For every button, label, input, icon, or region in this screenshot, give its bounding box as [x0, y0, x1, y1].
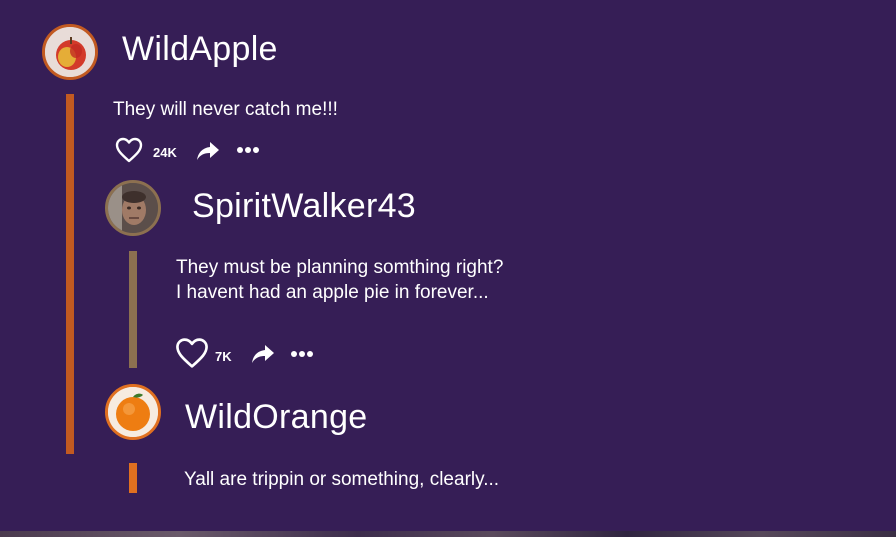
apple-icon — [45, 27, 95, 77]
username-wildapple[interactable]: WildApple — [122, 30, 278, 69]
man-face-icon — [108, 183, 158, 233]
like-count: 7K — [215, 349, 232, 364]
comment-text-spiritwalker43-line1: They must be planning somthing right? — [176, 257, 504, 278]
background-image-strip — [0, 531, 896, 537]
thread-line-wildorange[interactable] — [129, 463, 137, 493]
like-count: 24K — [153, 145, 177, 160]
avatar-wildapple[interactable] — [42, 24, 98, 80]
more-dots-icon[interactable] — [236, 146, 260, 154]
thread-line-wildapple[interactable] — [66, 94, 74, 454]
share-arrow-icon[interactable] — [195, 140, 221, 162]
thread-line-spiritwalker43[interactable] — [129, 251, 137, 368]
avatar-spiritwalker43[interactable] — [105, 180, 161, 236]
avatar-wildorange[interactable] — [105, 384, 161, 440]
username-wildorange[interactable]: WildOrange — [185, 398, 368, 437]
share-arrow-icon[interactable] — [250, 343, 276, 365]
heart-icon[interactable] — [175, 337, 209, 369]
comment-text-wildapple: They will never catch me!!! — [113, 99, 338, 120]
comment-text-wildorange: Yall are trippin or something, clearly..… — [184, 469, 500, 490]
heart-icon[interactable] — [115, 137, 143, 163]
orange-icon — [108, 387, 158, 437]
more-dots-icon[interactable] — [290, 350, 314, 358]
comment-text-spiritwalker43-line2: I havent had an apple pie in forever... — [176, 282, 489, 303]
username-spiritwalker43[interactable]: SpiritWalker43 — [192, 187, 416, 226]
